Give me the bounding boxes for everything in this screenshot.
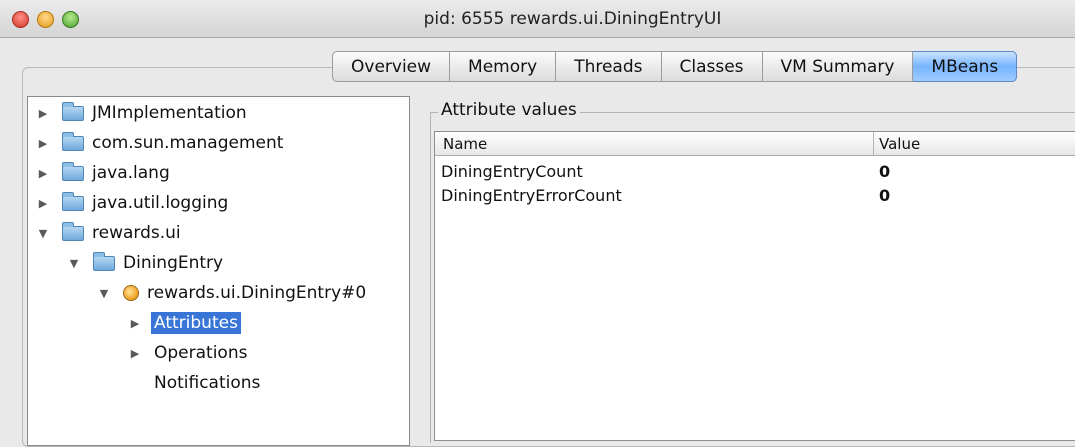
tab-memory[interactable]: Memory xyxy=(450,51,557,82)
tree-node-label: Operations xyxy=(154,343,248,363)
tree-node-label: rewards.ui xyxy=(92,223,181,243)
tree-node-label: DiningEntry xyxy=(123,253,224,273)
tree-node-label: JMImplementation xyxy=(92,103,247,123)
column-divider[interactable] xyxy=(873,132,874,156)
mbean-icon xyxy=(123,285,139,301)
tree-node-java-lang[interactable]: ▶ java.lang xyxy=(36,161,170,185)
table-row[interactable]: DiningEntryCount 0 xyxy=(435,159,1075,183)
attribute-values-title: Attribute values xyxy=(438,100,580,120)
expand-triangle-icon[interactable]: ▶ xyxy=(128,347,142,360)
tab-vm-summary[interactable]: VM Summary xyxy=(762,51,914,82)
expand-triangle-icon[interactable]: ▶ xyxy=(36,197,50,210)
tree-node-label: java.lang xyxy=(92,163,170,183)
folder-icon xyxy=(62,221,84,241)
expand-triangle-icon[interactable]: ▶ xyxy=(128,317,142,330)
tree-node-diningentry[interactable]: ▼ DiningEntry xyxy=(67,251,223,275)
column-header-value[interactable]: Value xyxy=(879,135,920,153)
attribute-name: DiningEntryErrorCount xyxy=(441,186,622,205)
tree-node-rewards-ui[interactable]: ▼ rewards.ui xyxy=(36,221,181,245)
expand-triangle-icon[interactable]: ▶ xyxy=(36,137,50,150)
table-header: Name Value xyxy=(435,132,1075,156)
attribute-table[interactable]: Name Value DiningEntryCount 0 DiningEntr… xyxy=(434,131,1075,441)
tab-mbeans[interactable]: MBeans xyxy=(913,51,1018,82)
collapse-triangle-icon[interactable]: ▼ xyxy=(67,257,81,270)
tab-bar: Overview Memory Threads Classes VM Summa… xyxy=(332,51,1018,82)
tree-node-jmimplementation[interactable]: ▶ JMImplementation xyxy=(36,101,247,125)
folder-icon xyxy=(62,191,84,211)
tree-node-label: Notifications xyxy=(154,373,261,393)
tree-node-label: com.sun.management xyxy=(92,133,284,153)
table-row[interactable]: DiningEntryErrorCount 0 xyxy=(435,183,1075,207)
tree-node-diningentry-mbean[interactable]: ▼ rewards.ui.DiningEntry#0 xyxy=(97,281,366,305)
collapse-triangle-icon[interactable]: ▼ xyxy=(97,287,111,300)
tab-classes[interactable]: Classes xyxy=(661,51,763,82)
tree-node-attributes[interactable]: ▶ Attributes xyxy=(128,311,241,335)
tab-threads[interactable]: Threads xyxy=(556,51,662,82)
attribute-value[interactable]: 0 xyxy=(879,186,890,205)
tree-node-label-selected: Attributes xyxy=(151,312,241,334)
folder-icon xyxy=(62,101,84,121)
mbean-tree[interactable]: ▶ JMImplementation ▶ com.sun.management … xyxy=(27,96,410,446)
tree-node-notifications[interactable]: ▶ Notifications xyxy=(128,371,260,395)
attribute-name: DiningEntryCount xyxy=(441,162,583,181)
tree-node-label: java.util.logging xyxy=(92,193,229,213)
window-titlebar: pid: 6555 rewards.ui.DiningEntryUI xyxy=(0,0,1075,38)
expand-triangle-icon[interactable]: ▶ xyxy=(36,107,50,120)
column-header-name[interactable]: Name xyxy=(443,135,487,153)
collapse-triangle-icon[interactable]: ▼ xyxy=(36,227,50,240)
tab-overview[interactable]: Overview xyxy=(332,51,451,82)
tree-node-operations[interactable]: ▶ Operations xyxy=(128,341,248,365)
tree-node-java-util-logging[interactable]: ▶ java.util.logging xyxy=(36,191,228,215)
expand-triangle-icon[interactable]: ▶ xyxy=(36,167,50,180)
folder-icon xyxy=(62,131,84,151)
tree-node-com-sun-management[interactable]: ▶ com.sun.management xyxy=(36,131,283,155)
attribute-value[interactable]: 0 xyxy=(879,162,890,181)
tree-node-label: rewards.ui.DiningEntry#0 xyxy=(147,283,367,303)
folder-icon xyxy=(62,161,84,181)
window-title: pid: 6555 rewards.ui.DiningEntryUI xyxy=(423,9,722,29)
folder-icon xyxy=(93,251,115,271)
